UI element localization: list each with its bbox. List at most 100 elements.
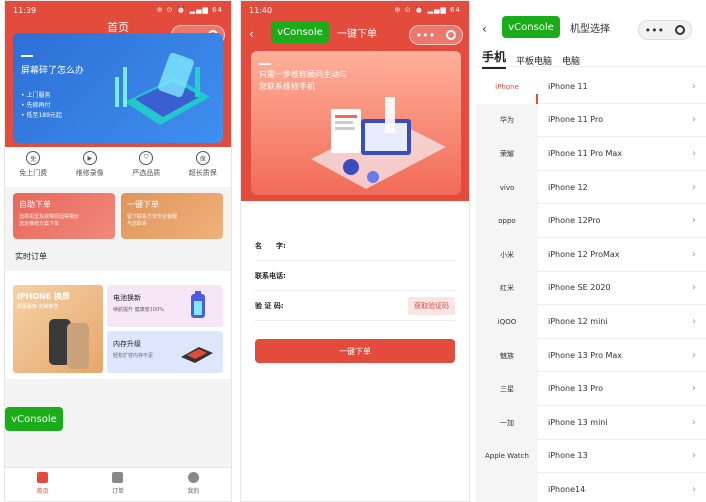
iphone-image-icon <box>49 319 89 369</box>
brand-item[interactable]: 荣耀 <box>476 137 538 171</box>
chevron-right-icon: › <box>692 181 696 193</box>
memory-chip-icon <box>181 347 213 363</box>
model-item[interactable]: iPhone 12 mini › <box>538 305 706 339</box>
model-item[interactable]: iPhone 12Pro › <box>538 204 706 238</box>
name-label: 名 字: <box>255 241 286 250</box>
code-label: 验 证 码: <box>255 301 284 310</box>
brand-item[interactable]: iQOO <box>476 305 538 339</box>
status-icons: ⊕ ⊙ ⏰ ▂▄▆ 64 <box>156 6 223 14</box>
vconsole-button[interactable]: vConsole <box>271 21 329 43</box>
banner-headline: 屏幕碎了怎么办 <box>21 66 85 76</box>
more-icon[interactable]: ••• <box>645 24 664 37</box>
vconsole-button[interactable]: vConsole <box>502 16 560 38</box>
card-subtitle: 选择机型及故障原因得报价 选定维修方案下单 <box>19 214 80 227</box>
model-item[interactable]: iPhone SE 2020 › <box>538 272 706 306</box>
quick-order-card[interactable]: 一键下单 留下联系方式专业客服 与您联系 <box>121 193 223 239</box>
brand-item[interactable]: 华为 <box>476 104 538 138</box>
model-label: iPhone 11 Pro Max <box>548 148 623 158</box>
brand-item[interactable]: 一加 <box>476 406 538 440</box>
model-item[interactable]: iPhone 12 ProMax › <box>538 238 706 272</box>
model-item[interactable]: iPhone 13 › <box>538 440 706 474</box>
get-code-button[interactable]: 获取验证码 <box>408 297 455 315</box>
service-free-visit: 免 免上门费 <box>19 147 47 187</box>
home-screen: 11:39 ⊕ ⊙ ⏰ ▂▄▆ 64 首页 ••• 屏幕碎了怎么办 • 上门服务… <box>4 0 232 502</box>
model-item[interactable]: iPhone 11 Pro › <box>538 104 706 138</box>
close-miniprogram-icon[interactable] <box>675 25 686 35</box>
hero-banner[interactable]: 屏幕碎了怎么办 • 上门服务 • 先修再付 • 低至189元起 <box>13 33 223 143</box>
service-quality: ⛉ 严选品质 <box>132 147 160 187</box>
vconsole-button[interactable]: vConsole <box>5 407 63 431</box>
page-title: 一键下单 <box>337 29 377 40</box>
brand-item[interactable]: 魅族 <box>476 339 538 373</box>
brand-item[interactable]: Apple Watch <box>476 440 538 474</box>
service-label: 维修录像 <box>75 169 104 177</box>
banner-accent-line <box>21 55 33 57</box>
model-label: iPhone 13 Pro Max <box>548 350 623 360</box>
tab-orders[interactable]: 订单 <box>112 468 124 501</box>
model-label: iPhone14 <box>548 484 586 494</box>
quick-order-screen: 11:40 ⊕ ⊙ ⏰ ▂▄▆ 64 ‹ vConsole 一键下单 ••• 只… <box>240 0 470 502</box>
service-label: 超长质保 <box>188 169 217 177</box>
free-visit-icon: 免 <box>26 151 41 165</box>
battery-promo[interactable]: 电池换新 续航提升 健康度100% <box>107 285 223 327</box>
battery-icon <box>191 291 205 318</box>
tab-me[interactable]: 我的 <box>187 468 199 501</box>
tab-home[interactable]: 首页 <box>37 468 49 501</box>
model-item[interactable]: iPhone 13 Pro Max › <box>538 339 706 373</box>
banner-accent-line <box>259 63 271 65</box>
brand-item[interactable]: 小米 <box>476 238 538 272</box>
close-miniprogram-icon[interactable] <box>446 30 457 40</box>
model-label: iPhone 12Pro <box>548 216 601 226</box>
play-icon: ▶ <box>82 151 97 165</box>
order-cards: 自助下单 选择机型及故障原因得报价 选定维修方案下单 一键下单 留下联系方式专业… <box>13 193 223 239</box>
promo-section: iPHONE 换屏 屏幕更换 完美新生 电池换新 续航提升 健康度100% 内存… <box>5 271 231 379</box>
screenshot-root: 11:39 ⊕ ⊙ ⏰ ▂▄▆ 64 首页 ••• 屏幕碎了怎么办 • 上门服务… <box>0 0 706 502</box>
code-row[interactable]: 验 证 码: 获取验证码 <box>255 291 455 321</box>
service-label: 免上门费 <box>19 169 48 177</box>
home-icon <box>37 472 49 483</box>
card-title: 一键下单 <box>127 200 159 209</box>
miniprogram-capsule[interactable]: ••• <box>638 20 692 40</box>
model-item[interactable]: iPhone14 › <box>538 473 706 502</box>
contact-form: 名 字: 联系电话: 验 证 码: 获取验证码 <box>255 231 455 321</box>
brand-item[interactable]: vivo <box>476 171 538 205</box>
more-icon[interactable]: ••• <box>416 29 435 42</box>
chevron-right-icon: › <box>692 483 696 495</box>
self-order-card[interactable]: 自助下单 选择机型及故障原因得报价 选定维修方案下单 <box>13 193 115 239</box>
model-item[interactable]: iPhone 11 › <box>538 70 706 104</box>
memory-upgrade-promo[interactable]: 内存升级 轻松扩容内存不足 <box>107 331 223 373</box>
status-icons: ⊕ ⊙ ⏰ ▂▄▆ 64 <box>394 6 461 14</box>
miniprogram-capsule[interactable]: ••• <box>409 25 463 45</box>
model-item[interactable]: iPhone 11 Pro Max › <box>538 137 706 171</box>
submit-button[interactable]: 一键下单 <box>255 339 455 363</box>
chevron-right-icon: › <box>692 80 696 92</box>
model-item[interactable]: iPhone 13 Pro › <box>538 372 706 406</box>
card-subtitle: 留下联系方式专业客服 与您联系 <box>127 214 178 227</box>
page-title: 机型选择 <box>570 24 610 35</box>
brand-item[interactable]: 三星 <box>476 372 538 406</box>
tabs-divider <box>476 66 706 67</box>
chevron-right-icon: › <box>692 215 696 227</box>
brand-item[interactable]: oppo <box>476 204 538 238</box>
orders-icon <box>112 472 124 483</box>
back-arrow-icon[interactable]: ‹ <box>249 27 254 41</box>
model-item[interactable]: iPhone 12 › <box>538 171 706 205</box>
model-item[interactable]: iPhone 13 mini › <box>538 406 706 440</box>
promo-subtitle: 续航提升 健康度100% <box>113 307 164 313</box>
banner-bullets: • 上门服务 • 先修再付 • 低至189元起 <box>21 91 62 121</box>
shield-icon: ⛉ <box>139 151 154 165</box>
service-features: 免 免上门费 ▶ 维修录像 ⛉ 严选品质 保 超长质保 <box>5 147 231 187</box>
name-row[interactable]: 名 字: <box>255 231 455 261</box>
phone-row[interactable]: 联系电话: <box>255 261 455 291</box>
brand-item[interactable]: 红米 <box>476 272 538 306</box>
status-time: 11:39 <box>13 5 37 15</box>
tab-label: 订单 <box>111 488 124 495</box>
promo-title: 内存升级 <box>113 340 141 348</box>
service-warranty: 保 超长质保 <box>189 147 217 187</box>
brand-item[interactable]: iPhone <box>476 70 538 104</box>
service-label: 严选品质 <box>132 169 161 177</box>
banner-bullet: • 上门服务 <box>21 92 51 99</box>
back-arrow-icon[interactable]: ‹ <box>482 22 487 36</box>
iphone-screen-promo[interactable]: iPHONE 换屏 屏幕更换 完美新生 <box>13 285 103 373</box>
realtime-orders-heading: 实时订单 <box>15 252 47 261</box>
